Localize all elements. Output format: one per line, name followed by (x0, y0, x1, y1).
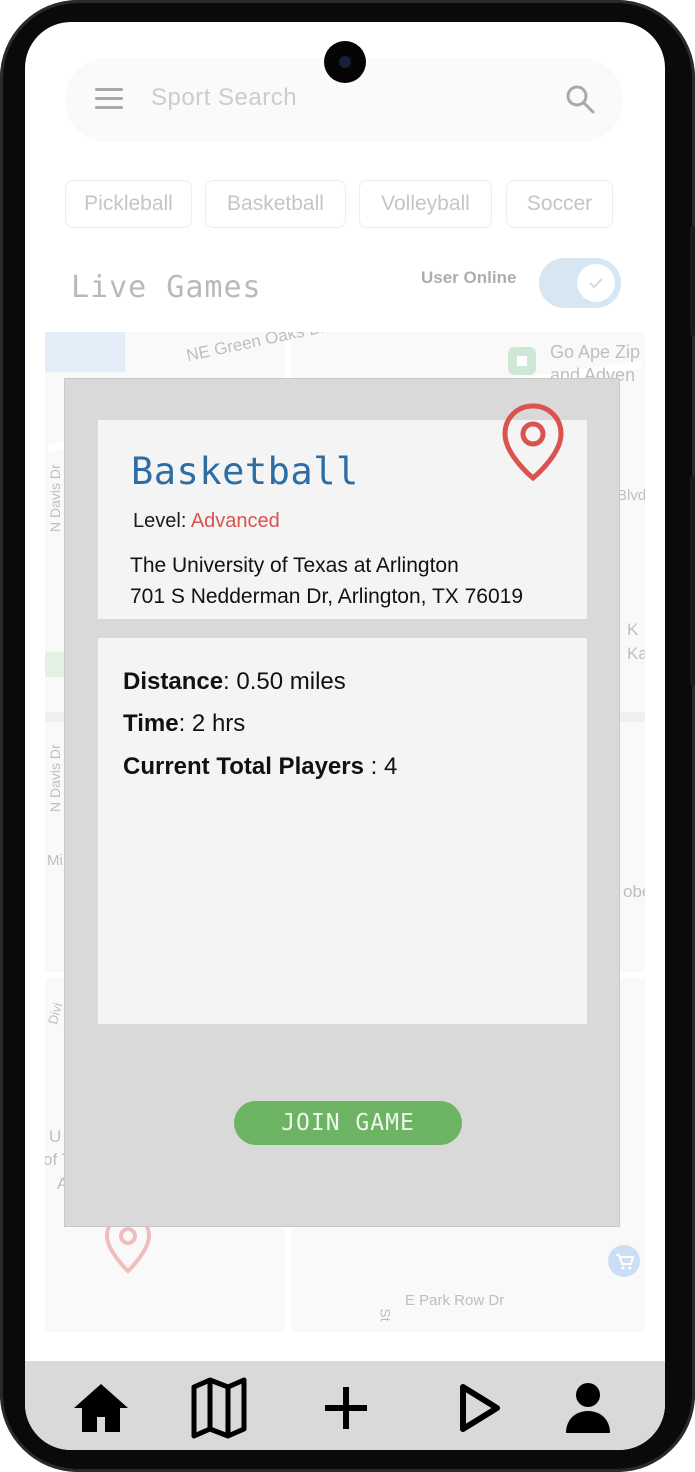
game-detail-modal: Basketball Level: Advanced The Universit… (64, 378, 620, 1227)
user-icon (566, 1383, 610, 1433)
map-label: NE Green Oaks Blvd (184, 332, 343, 366)
level-value: Advanced (190, 510, 280, 532)
nav-map[interactable] (188, 1377, 250, 1439)
time-label: Time (123, 710, 179, 737)
map-label: obe (623, 882, 645, 901)
chip-pickleball[interactable]: Pickleball (65, 180, 192, 228)
join-game-button[interactable]: JOIN GAME (234, 1101, 462, 1145)
front-camera (324, 41, 366, 83)
plus-icon (325, 1387, 367, 1429)
venue-name: The University of Texas at Arlington (130, 554, 459, 577)
map-label: U (49, 1127, 62, 1146)
map-label: Ka (627, 644, 645, 663)
level-label: Level: (133, 510, 187, 532)
chip-basketball[interactable]: Basketball (205, 180, 346, 228)
map-building (45, 332, 125, 372)
venue-address: 701 S Nedderman Dr, Arlington, TX 76019 (130, 585, 524, 608)
map-label: Blvd (617, 487, 645, 504)
game-level: Level: Advanced (133, 510, 280, 533)
volume-button (690, 226, 695, 336)
nav-home[interactable] (70, 1377, 132, 1439)
map-label: St (377, 1308, 394, 1322)
bottom-navigation (25, 1361, 665, 1450)
time-value: : 2 hrs (178, 710, 246, 737)
location-pin-icon (502, 403, 564, 482)
user-online-label: User Online (421, 268, 517, 287)
game-info-card: Distance: 0.50 miles Time: 2 hrs Current… (98, 638, 587, 1024)
game-venue: The University of Texas at Arlington 701… (130, 550, 523, 612)
map-label: N Davis Dr (47, 464, 63, 532)
chip-soccer[interactable]: Soccer (506, 180, 613, 228)
user-online-toggle[interactable] (539, 258, 621, 308)
game-header-card: Basketball Level: Advanced The Universit… (98, 403, 587, 619)
nav-create[interactable] (315, 1377, 377, 1439)
play-icon (460, 1384, 500, 1432)
map-icon (191, 1377, 247, 1439)
power-button (690, 476, 695, 686)
phone-frame: Sport Search Pickleball Basketball Volle… (0, 0, 695, 1472)
map-label: Mi (47, 852, 63, 869)
shopping-cart-icon[interactable] (607, 1244, 641, 1278)
chip-volleyball[interactable]: Volleyball (359, 180, 492, 228)
check-icon (589, 278, 603, 289)
nav-play[interactable] (449, 1377, 511, 1439)
map-label: N Davis Dr (47, 744, 63, 812)
game-sport-title: Basketball (131, 450, 359, 493)
search-icon[interactable] (565, 84, 595, 114)
map-label: K (627, 620, 639, 639)
map-poi-icon[interactable] (507, 346, 537, 376)
nav-profile[interactable] (557, 1377, 619, 1439)
distance-label: Distance (123, 668, 224, 695)
time-row: Time: 2 hrs (123, 710, 245, 738)
distance-row: Distance: 0.50 miles (123, 668, 346, 696)
toggle-knob (577, 264, 615, 302)
page-title: Live Games (71, 270, 262, 305)
players-row: Current Total Players : 4 (123, 753, 397, 781)
app-screen: Sport Search Pickleball Basketball Volle… (25, 22, 665, 1450)
distance-value: : 0.50 miles (223, 668, 346, 695)
search-input[interactable]: Sport Search (151, 84, 297, 112)
players-value: : 4 (363, 753, 398, 780)
hamburger-menu-icon[interactable] (95, 88, 123, 110)
map-label: Divi (45, 1001, 66, 1026)
map-label: Go Ape Zip (550, 342, 641, 362)
home-icon (74, 1384, 128, 1432)
players-label: Current Total Players (123, 753, 364, 780)
map-label: E Park Row Dr (405, 1292, 505, 1309)
